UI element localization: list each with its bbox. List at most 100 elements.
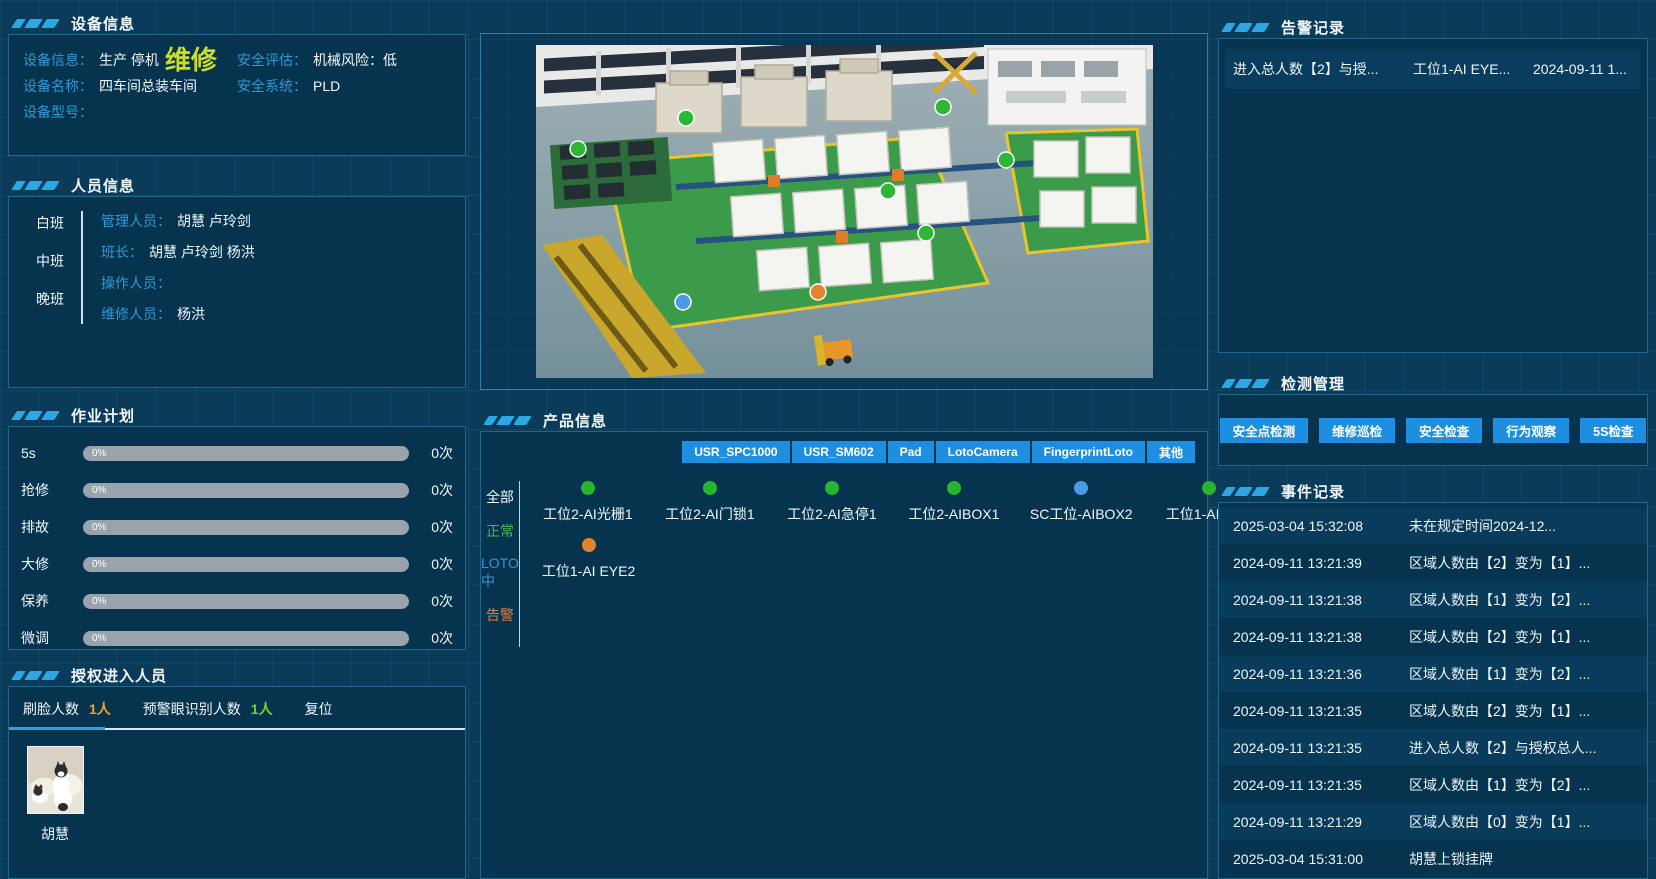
- event-row: 2024-09-11 13:21:35 进入总人数【2】与授权总人...: [1219, 729, 1647, 766]
- work-plan-row: 保养 0% 0次: [21, 591, 453, 611]
- safety-eval-label: 安全评估：: [237, 50, 307, 70]
- event-time: 2025-03-04 15:32:08: [1219, 518, 1409, 534]
- filter-loto[interactable]: LOTO中: [481, 555, 519, 591]
- alarm-records-panel: 进入总人数【2】与授... 工位1-AI EYE... 2024-09-11 1…: [1218, 38, 1648, 353]
- warn-eye-count: 1人: [251, 699, 273, 719]
- filter-all[interactable]: 全部: [486, 487, 514, 507]
- device-info-panel: 设备信息： 生产 停机 维修 安全评估： 机械风险：低 设备名称： 四车间总装车…: [8, 34, 466, 156]
- progress-percent: 0%: [92, 522, 106, 533]
- warn-eye-tab[interactable]: 预警眼识别人数: [143, 699, 241, 719]
- work-plan-label: 抢修: [21, 480, 83, 500]
- progress-bar: 0%: [83, 446, 409, 461]
- authorized-panel: 刷脸人数 1人 预警眼识别人数 1人 复位: [8, 686, 466, 879]
- factory-view-panel: [480, 33, 1208, 390]
- authorized-tabs: 刷脸人数 1人 预警眼识别人数 1人 复位: [9, 687, 465, 728]
- safety-inspection-button[interactable]: 安全检查: [1406, 418, 1482, 443]
- maintenance-patrol-button[interactable]: 维修巡检: [1319, 418, 1395, 443]
- device-label: 工位2-AI门锁1: [665, 504, 754, 524]
- work-plan-row: 抢修 0% 0次: [21, 480, 453, 500]
- device-info-header: 设备信息: [8, 12, 466, 34]
- person-photo: [27, 746, 84, 814]
- safety-eval-row: 安全评估： 机械风险：低: [237, 47, 451, 73]
- event-description: 区域人数由【2】变为【1】...: [1409, 553, 1647, 573]
- device-status-label: 设备信息：: [23, 50, 93, 70]
- product-info-panel: USR_SPC1000 USR_SM602 Pad LotoCamera Fin…: [480, 431, 1208, 879]
- device-item[interactable]: SC工位-AIBOX2: [1030, 481, 1133, 524]
- status-dot-icon: [703, 481, 717, 495]
- work-plan-row: 排故 0% 0次: [21, 517, 453, 537]
- work-plan-count: 0次: [409, 480, 453, 500]
- work-plan-header: 作业计划: [8, 404, 466, 426]
- device-item[interactable]: 工位2-AIBOX1: [908, 481, 1000, 524]
- device-label: 工位2-AI急停1: [787, 504, 876, 524]
- event-description: 区域人数由【1】变为【2】...: [1409, 775, 1647, 795]
- device-item[interactable]: 工位1-AI EYE2: [542, 538, 635, 581]
- filter-alarm[interactable]: 告警: [486, 605, 514, 625]
- device-name-row: 设备名称： 四车间总装车间: [23, 73, 237, 99]
- device-item[interactable]: 工位2-AI光栅1: [542, 481, 634, 524]
- progress-percent: 0%: [92, 633, 106, 644]
- foreman-row: 班长： 胡慧 卢玲剑 杨洪: [101, 242, 455, 262]
- usr-spc1000-button[interactable]: USR_SPC1000: [682, 441, 789, 463]
- event-description: 区域人数由【1】变为【2】...: [1409, 590, 1647, 610]
- manager-label: 管理人员：: [101, 211, 171, 231]
- pad-button[interactable]: Pad: [888, 441, 934, 463]
- maintainer-value: 杨洪: [177, 304, 205, 324]
- foreman-value: 胡慧 卢玲剑 杨洪: [149, 242, 255, 262]
- other-button[interactable]: 其他: [1147, 441, 1195, 463]
- event-row: 2024-09-11 13:21:29 区域人数由【0】变为【1】...: [1219, 803, 1647, 840]
- product-info-header: 产品信息: [480, 409, 1208, 431]
- device-name-label: 设备名称：: [23, 76, 93, 96]
- device-label: 工位2-AIBOX1: [908, 504, 999, 524]
- reset-button[interactable]: 复位: [305, 699, 333, 719]
- event-time: 2024-09-11 13:21:29: [1219, 814, 1409, 830]
- event-description: 区域人数由【2】变为【1】...: [1409, 701, 1647, 721]
- work-plan-label: 微调: [21, 628, 83, 648]
- alarm-records-title: 告警记录: [1281, 17, 1345, 38]
- face-scan-tab[interactable]: 刷脸人数: [23, 699, 79, 719]
- shift-tab-night[interactable]: 晚班: [19, 289, 81, 309]
- shift-tab-day[interactable]: 白班: [19, 213, 81, 233]
- section-marker-icon: [1224, 23, 1267, 32]
- device-status-value: 生产 停机: [99, 50, 159, 70]
- status-dot-icon: [582, 538, 596, 552]
- work-plan-count: 0次: [409, 554, 453, 574]
- device-info-title: 设备信息: [71, 13, 135, 34]
- loto-camera-button[interactable]: LotoCamera: [936, 441, 1030, 463]
- fingerprint-loto-button[interactable]: FingerprintLoto: [1032, 441, 1145, 463]
- work-plan-label: 5s: [21, 445, 83, 461]
- status-dot-icon: [581, 481, 595, 495]
- behavior-observation-button[interactable]: 行为观察: [1493, 418, 1569, 443]
- authorized-header: 授权进入人员: [8, 664, 466, 686]
- progress-percent: 0%: [92, 596, 106, 607]
- safety-point-check-button[interactable]: 安全点检测: [1220, 418, 1309, 443]
- work-plan-row: 大修 0% 0次: [21, 554, 453, 574]
- event-time: 2024-09-11 13:21:35: [1219, 777, 1409, 793]
- device-model-label: 设备型号：: [23, 102, 93, 122]
- device-item[interactable]: 工位2-AI急停1: [786, 481, 878, 524]
- filter-normal[interactable]: 正常: [486, 521, 514, 541]
- product-type-buttons: USR_SPC1000 USR_SM602 Pad LotoCamera Fin…: [481, 432, 1207, 463]
- authorized-person-card: 胡慧: [9, 730, 87, 844]
- event-time: 2024-09-11 13:21:39: [1219, 555, 1409, 571]
- five-s-check-button[interactable]: 5S检查: [1580, 418, 1646, 443]
- usr-sm602-button[interactable]: USR_SM602: [792, 441, 886, 463]
- work-plan-panel: 5s 0% 0次 抢修 0% 0次 排故 0% 0次 大修 0% 0次 保养 0: [8, 426, 466, 650]
- event-row: 2025-03-04 15:31:00 胡慧上锁挂牌: [1219, 840, 1647, 877]
- device-status-highlight: 维修: [165, 47, 217, 73]
- event-time: 2024-09-11 13:21:35: [1219, 740, 1409, 756]
- personnel-header: 人员信息: [8, 174, 466, 196]
- device-item[interactable]: 工位2-AI门锁1: [664, 481, 756, 524]
- shift-tab-middle[interactable]: 中班: [19, 251, 81, 271]
- event-list: 2025-03-04 15:32:08 未在规定时间2024-12... 202…: [1219, 503, 1647, 877]
- device-name-value: 四车间总装车间: [99, 76, 197, 96]
- device-status-row: 设备信息： 生产 停机 维修: [23, 47, 237, 73]
- section-marker-icon: [14, 411, 57, 420]
- personnel-panel: 白班 中班 晚班 管理人员： 胡慧 卢玲剑 班长： 胡慧 卢玲剑 杨洪 操作人员…: [8, 196, 466, 388]
- status-dot-icon: [1202, 481, 1216, 495]
- event-row: 2024-09-11 13:21:38 区域人数由【2】变为【1】...: [1219, 618, 1647, 655]
- work-plan-label: 排故: [21, 517, 83, 537]
- alarm-message: 进入总人数【2】与授...: [1225, 59, 1413, 79]
- event-time: 2024-09-11 13:21:38: [1219, 592, 1409, 608]
- factory-3d-view: [536, 45, 1153, 378]
